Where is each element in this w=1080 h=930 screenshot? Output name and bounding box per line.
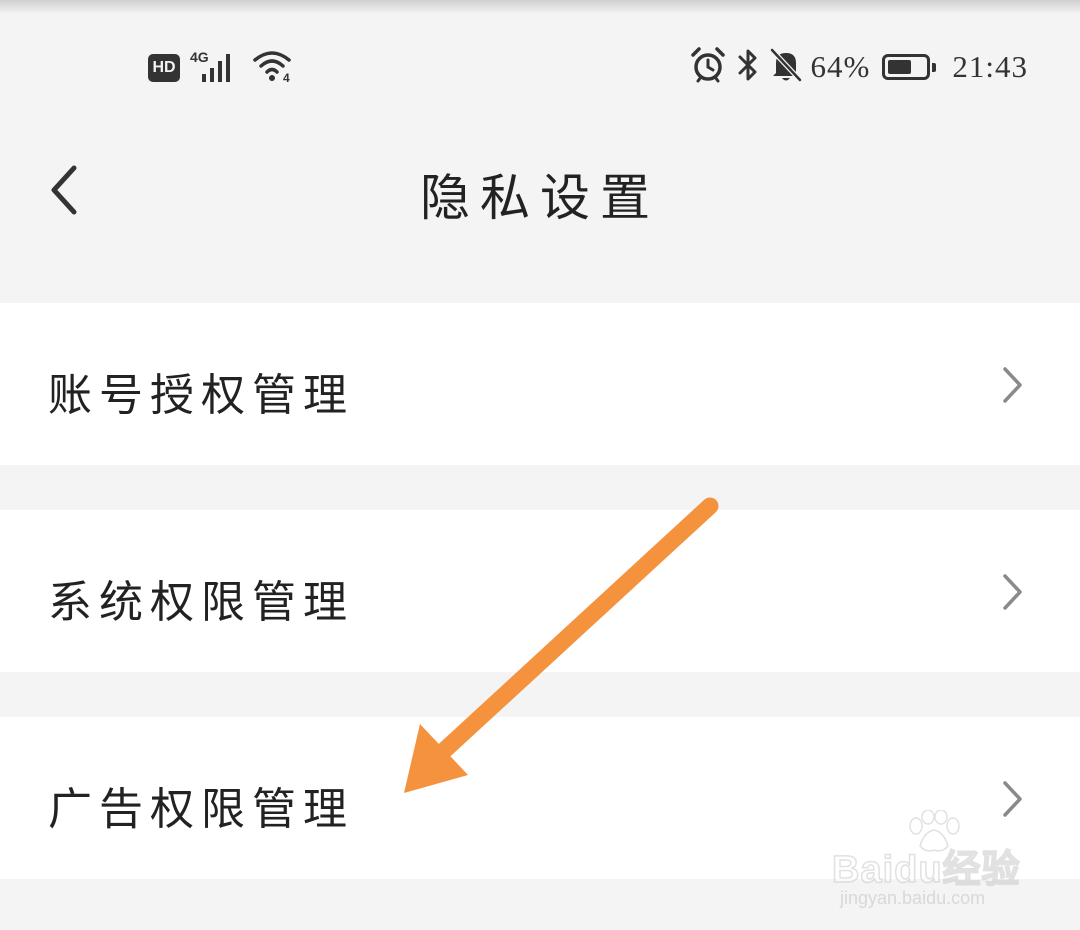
watermark-url: jingyan.baidu.com [840, 888, 986, 908]
baidu-watermark: Baidu经验 jingyan.baidu.com [822, 810, 1022, 910]
battery-fill [888, 60, 912, 74]
status-bar: HD 4G 4 64% 21:43 [0, 40, 1080, 96]
wifi-tag: 4 [283, 71, 290, 84]
hd-badge-icon: HD [148, 54, 180, 82]
alarm-icon [689, 46, 727, 88]
battery-icon [882, 54, 937, 80]
wifi-icon: 4 [252, 48, 296, 88]
settings-item-label: 账号授权管理 [48, 370, 354, 421]
page-title: 隐私设置 [420, 169, 660, 227]
watermark-brand: Baidu经验 [831, 848, 1021, 892]
settings-item-account-authorization[interactable]: 账号授权管理 [0, 303, 1080, 465]
network-type-label: 4G [190, 49, 209, 65]
chevron-right-icon [1000, 572, 1024, 612]
app-header: 隐私设置 [0, 130, 1080, 250]
settings-item-label: 系统权限管理 [48, 577, 354, 628]
top-shadow [0, 0, 1080, 14]
chevron-right-icon [1000, 365, 1024, 405]
settings-item-label: 广告权限管理 [48, 784, 354, 835]
battery-nub [932, 63, 937, 72]
bluetooth-icon [735, 46, 761, 88]
battery-percent: 64% [810, 49, 871, 84]
signal-icon: 4G [190, 48, 242, 88]
status-left-group: HD 4G 4 [148, 48, 296, 88]
settings-item-system-permissions[interactable]: 系统权限管理 [0, 510, 1080, 672]
bell-off-icon [769, 46, 803, 88]
status-right-group: 64% 21:43 [689, 46, 1028, 88]
clock: 21:43 [952, 49, 1028, 84]
